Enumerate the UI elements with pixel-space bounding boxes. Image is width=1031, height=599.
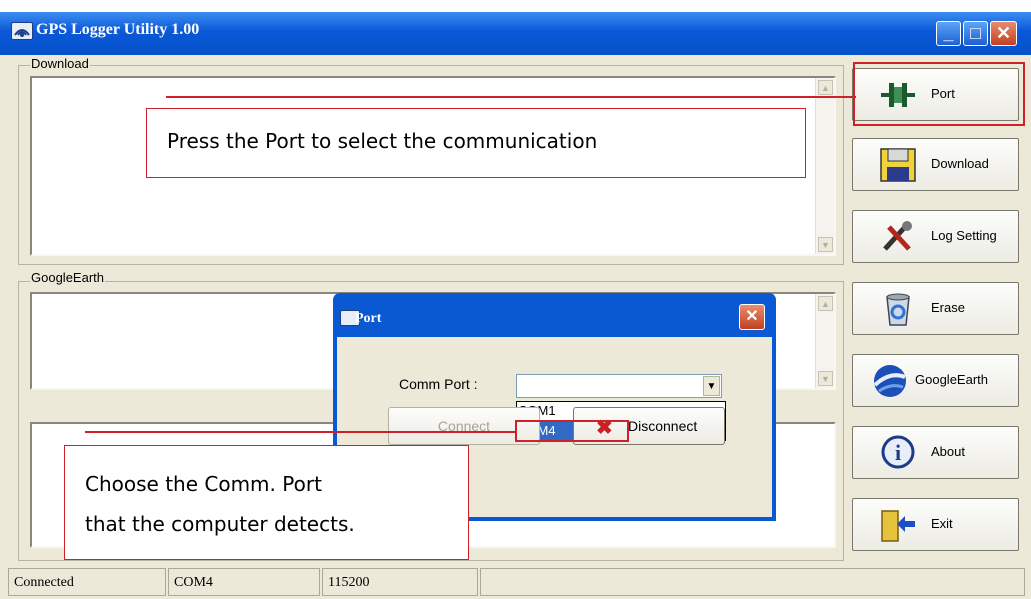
minimize-button[interactable]: _ — [936, 21, 961, 46]
about-button[interactable]: i About — [852, 426, 1019, 479]
scroll-down-icon[interactable]: ▼ — [818, 237, 833, 252]
about-button-label: About — [931, 444, 965, 459]
dialog-close-button[interactable]: ✕ — [739, 304, 765, 330]
com4-highlight-box — [515, 420, 629, 442]
googleearth-button-label: GoogleEarth — [915, 372, 988, 387]
maximize-button[interactable]: □ — [963, 21, 988, 46]
comm-annotation-callout: Choose the Comm. Port that the computer … — [64, 445, 469, 560]
google-earth-icon — [871, 363, 909, 399]
download-button[interactable]: Download — [852, 138, 1019, 191]
download-group-label: Download — [30, 56, 90, 71]
recycle-bin-icon — [879, 291, 917, 327]
maximize-icon: □ — [970, 23, 981, 43]
status-baud: 115200 — [322, 568, 478, 596]
app-satellite-icon — [11, 22, 33, 40]
log-setting-button[interactable]: Log Setting — [852, 210, 1019, 263]
comm-annotation-line2: that the computer detects. — [85, 512, 355, 536]
comm-port-select[interactable]: ▼ — [516, 374, 722, 398]
floppy-disk-icon — [879, 147, 917, 183]
googleearth-scrollbar[interactable]: ▲ ▼ — [815, 294, 834, 388]
port-highlight-box — [853, 62, 1025, 126]
svg-text:i: i — [895, 440, 901, 465]
googleearth-button[interactable]: GoogleEarth — [852, 354, 1019, 407]
exit-button[interactable]: Exit — [852, 498, 1019, 551]
status-empty — [480, 568, 1025, 596]
close-icon: ✕ — [745, 308, 759, 325]
status-connection: Connected — [8, 568, 166, 596]
close-button[interactable]: ✕ — [990, 21, 1017, 46]
port-annotation-line — [166, 96, 856, 98]
download-button-label: Download — [931, 156, 989, 171]
status-port: COM4 — [168, 568, 320, 596]
scroll-up-icon[interactable]: ▲ — [818, 80, 833, 95]
comm-port-label: Comm Port : — [399, 376, 478, 392]
disconnect-button-label: Disconnect — [628, 418, 698, 434]
info-icon: i — [879, 435, 917, 471]
exit-door-icon — [879, 507, 917, 543]
exit-button-label: Exit — [931, 516, 953, 531]
comm-annotation-line — [85, 431, 515, 433]
close-icon: ✕ — [995, 23, 1012, 43]
minimize-icon: _ — [943, 23, 954, 43]
erase-button[interactable]: Erase — [852, 282, 1019, 335]
download-scrollbar[interactable]: ▲ ▼ — [815, 78, 834, 254]
port-annotation-callout: Press the Port to select the communicati… — [146, 108, 806, 178]
scroll-up-icon[interactable]: ▲ — [818, 296, 833, 311]
dialog-title: Port — [355, 311, 382, 326]
scroll-down-icon[interactable]: ▼ — [818, 371, 833, 386]
comm-annotation-line1: Choose the Comm. Port — [85, 472, 322, 496]
erase-button-label: Erase — [931, 300, 965, 315]
window-title: GPS Logger Utility 1.00 — [36, 21, 200, 38]
googleearth-group-label: GoogleEarth — [30, 270, 105, 285]
tools-icon — [879, 219, 917, 255]
chevron-down-icon[interactable]: ▼ — [703, 376, 720, 396]
log-setting-button-label: Log Setting — [931, 228, 997, 243]
